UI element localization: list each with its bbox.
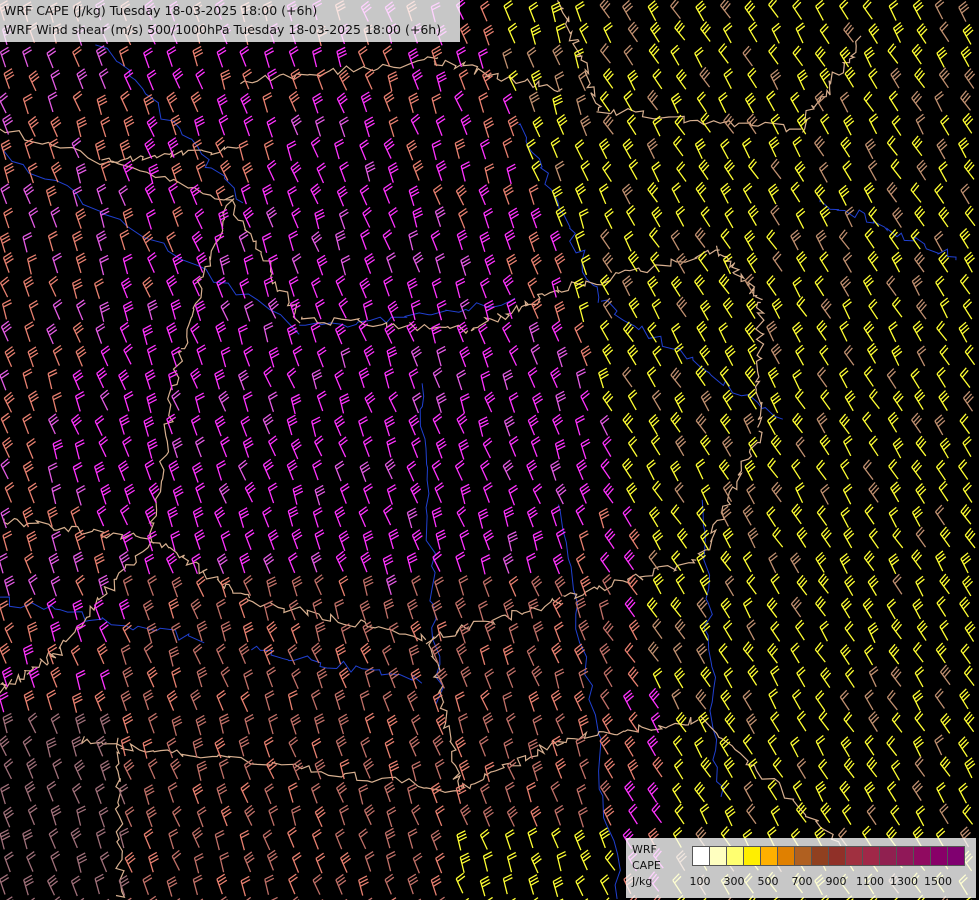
legend-swatch (828, 846, 846, 866)
legend-tick-label: 1500 (924, 875, 952, 888)
legend-tick-label: 500 (757, 875, 779, 888)
legend-tick-label: 300 (723, 875, 745, 888)
legend-tick-label: 1300 (890, 875, 918, 888)
wind-shear-title: WRF Wind shear (m/s) 500/1000hPa Tuesday… (4, 22, 442, 37)
legend-swatch (896, 846, 914, 866)
legend-swatch (811, 846, 829, 866)
legend-unit: J/kg (632, 875, 653, 888)
legend-title-cape: CAPE (632, 859, 661, 872)
legend-tick-label: 700 (791, 875, 813, 888)
legend-swatch (845, 846, 863, 866)
legend-swatch (760, 846, 778, 866)
legend-swatch (709, 846, 727, 866)
cape-title: WRF CAPE (J/kg) Tuesday 18-03-2025 18:00… (4, 3, 318, 18)
legend-swatch (930, 846, 948, 866)
wind-shear-map (0, 0, 979, 900)
legend-swatch (913, 846, 931, 866)
legend-tick-label: 900 (825, 875, 847, 888)
legend-title-wrf: WRF (632, 843, 657, 856)
legend-swatch (726, 846, 744, 866)
legend-swatch (862, 846, 880, 866)
map-title-box: WRF CAPE (J/kg) Tuesday 18-03-2025 18:00… (0, 0, 460, 42)
legend-swatch (777, 846, 795, 866)
legend-swatch (743, 846, 761, 866)
legend-swatch (794, 846, 812, 866)
legend-swatch (947, 846, 965, 866)
legend-tick-label: 100 (689, 875, 711, 888)
cape-legend: WRF CAPE J/kg 100 300 500 700 900 1100 1300 150… (626, 838, 976, 898)
legend-swatch (692, 846, 710, 866)
legend-tick-label: 1100 (856, 875, 884, 888)
legend-swatch (879, 846, 897, 866)
